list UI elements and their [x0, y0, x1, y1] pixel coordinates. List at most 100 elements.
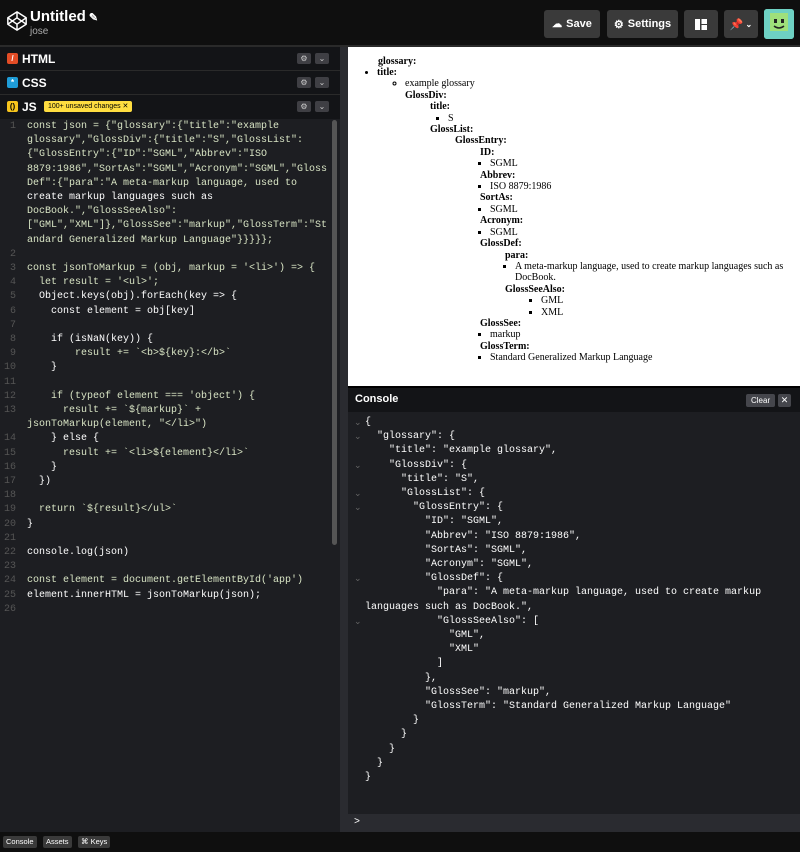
console-line: "GlossTerm": "Standard Generalized Marku… — [365, 701, 732, 712]
js-editor-label: JS — [22, 100, 37, 114]
css-icon: * — [7, 77, 18, 88]
line-number: 12 — [3, 390, 16, 402]
collapse-arrow-icon[interactable]: ⌄ — [354, 487, 362, 501]
preview-sortas-label: SortAs: — [480, 192, 513, 204]
top-bar: Untitled ✎ jose ☁ Save ⚙ Settings 📌 ⌄ — [0, 0, 800, 47]
css-collapse-chevron-icon[interactable]: ⌄ — [315, 77, 329, 88]
console-line: ] — [365, 658, 444, 670]
console-line: "Abbrev": "ISO 8879:1986", — [365, 530, 582, 542]
code-line: glossary","GlossDiv":{"title":"S","Gloss… — [27, 135, 304, 147]
css-editor-label: CSS — [22, 76, 47, 90]
code-line: result += `${markup}` + — [27, 405, 202, 416]
preview-title-label: title: — [377, 67, 397, 78]
cloud-icon: ☁ — [552, 18, 563, 30]
line-number: 24 — [3, 575, 16, 587]
line-number: 7 — [9, 319, 16, 331]
preview-seealso-item: XML — [541, 307, 800, 318]
console-toggle-button[interactable]: Console — [3, 836, 37, 848]
layout-button[interactable] — [684, 10, 718, 38]
console-line: "title": "S", — [365, 473, 480, 485]
unsaved-changes-badge[interactable]: 100+ unsaved changes ✕ — [44, 101, 133, 112]
line-number: 11 — [3, 376, 16, 388]
console-line: }, — [365, 672, 438, 684]
console-line: } — [365, 715, 420, 727]
code-line: result += `<li>${element}</li>` — [27, 447, 250, 459]
avatar[interactable] — [764, 9, 794, 39]
console-line: "SortAs": "SGML", — [365, 544, 528, 556]
console-clear-button[interactable]: Clear — [746, 394, 776, 407]
codepen-logo-icon[interactable] — [6, 10, 28, 32]
preview-glossterm-label: GlossTerm: — [480, 340, 530, 352]
code-line: console.log(json) — [27, 547, 130, 558]
editor-scrollbar[interactable] — [332, 120, 337, 545]
edit-pencil-icon[interactable]: ✎ — [89, 12, 98, 24]
preview-para-label: para: — [505, 249, 529, 261]
pane-resize-handle[interactable] — [340, 47, 348, 832]
collapse-arrow-icon[interactable]: ⌄ — [354, 459, 362, 473]
line-number: 13 — [3, 405, 16, 416]
js-code-editor[interactable]: 1 const json = {"glossary":{"title":"exam… — [0, 120, 340, 832]
preview-glossentry-label: GlossEntry: — [455, 135, 507, 147]
js-editor-header[interactable]: () JS 100+ unsaved changes ✕ ⚙ ⌄ — [0, 95, 340, 119]
code-line: }) — [27, 476, 52, 487]
console-close-icon[interactable]: ✕ — [778, 394, 791, 407]
line-number: 15 — [3, 447, 16, 459]
code-line: Def":{"para":"A meta-markup language, us… — [27, 177, 298, 189]
line-number: 5 — [9, 291, 16, 303]
console-input[interactable]: > — [348, 814, 800, 832]
html-editor-header[interactable]: / HTML ⚙ ⌄ — [0, 47, 340, 71]
collapse-arrow-icon[interactable]: ⌄ — [354, 416, 362, 430]
css-editor-header[interactable]: * CSS ⚙ ⌄ — [0, 71, 340, 95]
preview-seealso-label: GlossSeeAlso: — [505, 283, 565, 295]
code-line: const jsonToMarkup = (obj, markup = '<li… — [27, 263, 316, 274]
collapse-arrow-icon[interactable]: ⌄ — [354, 501, 362, 515]
preview-glosssee-value: markup — [490, 329, 800, 340]
line-number: 10 — [3, 362, 16, 374]
console-line: "title": "example glossary", — [365, 445, 558, 457]
code-line: } — [27, 362, 58, 374]
html-settings-icon[interactable]: ⚙ — [297, 53, 311, 64]
code-line: DocBook.","GlossSeeAlso": — [27, 206, 178, 218]
collapse-arrow-icon[interactable]: ⌄ — [354, 572, 362, 586]
line-number: 21 — [3, 532, 16, 544]
code-line: {"GlossEntry":{"ID":"SGML","Abbrev":"ISO — [27, 149, 268, 161]
code-line: } — [27, 461, 58, 473]
preview-glossary-label: glossary: — [378, 56, 417, 67]
code-line: } else { — [27, 433, 100, 445]
code-line: } — [27, 518, 34, 530]
line-number: 9 — [9, 348, 16, 360]
console-line: "Acronym": "SGML", — [365, 559, 534, 570]
preview-id-value: SGML — [490, 158, 800, 169]
preview-id-label: ID: — [480, 146, 495, 158]
console-line: } — [365, 772, 372, 783]
collapse-arrow-icon[interactable]: ⌄ — [354, 430, 362, 444]
preview-acronym-label: Acronym: — [480, 215, 524, 227]
code-line: const element = document.getElementById(… — [27, 575, 304, 587]
html-editor-label: HTML — [22, 52, 56, 66]
assets-button[interactable]: Assets — [43, 836, 72, 848]
console-line: "GlossSeeAlso": [ — [365, 615, 540, 627]
code-line: ["GML","XML"]},"GlossSee":"markup","Glos… — [27, 220, 328, 232]
css-settings-icon[interactable]: ⚙ — [297, 77, 311, 88]
settings-button[interactable]: ⚙ Settings — [607, 10, 678, 38]
save-button[interactable]: ☁ Save — [544, 10, 600, 38]
js-collapse-chevron-icon[interactable]: ⌄ — [315, 101, 329, 112]
console-line: } — [365, 729, 408, 741]
line-number: 4 — [9, 277, 16, 289]
bottom-bar: Console Assets ⌘ Keys — [0, 832, 800, 852]
html-collapse-chevron-icon[interactable]: ⌄ — [315, 53, 329, 64]
result-preview: glossary: title: example glossary GlossD… — [348, 47, 800, 386]
line-number: 23 — [3, 561, 16, 573]
preview-glossdiv-label: GlossDiv: — [405, 89, 447, 101]
pin-menu-button[interactable]: 📌 ⌄ — [724, 10, 758, 38]
js-settings-icon[interactable]: ⚙ — [297, 101, 311, 112]
code-line: create markup languages such as — [27, 192, 214, 203]
preview-sortas-value: SGML — [490, 204, 800, 215]
preview-div-title-label: title: — [430, 101, 450, 113]
collapse-arrow-icon[interactable]: ⌄ — [354, 615, 362, 629]
user-name[interactable]: jose — [30, 26, 48, 37]
line-number: 26 — [3, 603, 16, 615]
pen-title[interactable]: Untitled ✎ — [30, 8, 98, 25]
keys-button[interactable]: ⌘ Keys — [78, 836, 111, 848]
code-line: const json = {"glossary":{"title":"examp… — [27, 121, 280, 132]
